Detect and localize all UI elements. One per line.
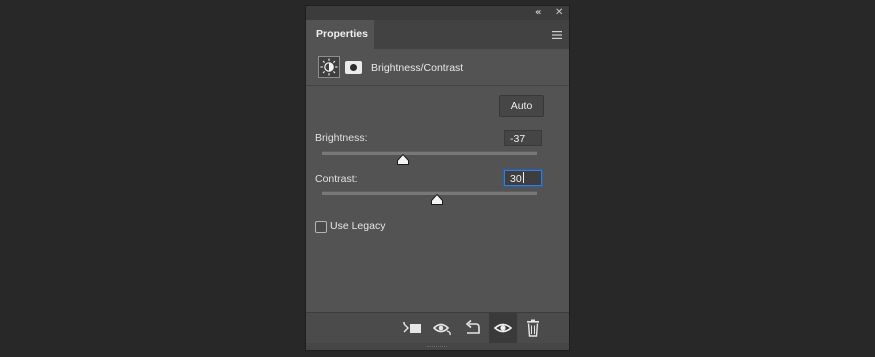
- brightness-contrast-icon[interactable]: [318, 56, 340, 78]
- tab-properties[interactable]: Properties: [306, 20, 374, 49]
- clip-to-layer-icon[interactable]: [401, 319, 423, 337]
- view-previous-state-icon[interactable]: [432, 319, 454, 337]
- brightness-slider-thumb[interactable]: [396, 154, 409, 165]
- adjustment-layer-header: Brightness/Contrast: [306, 51, 569, 86]
- hamburger-menu-icon[interactable]: [552, 31, 562, 39]
- panel-bottom-toolbar: [306, 312, 569, 343]
- brightness-slider-track[interactable]: [322, 151, 537, 155]
- panel-tab-bar: Properties: [306, 20, 569, 49]
- contrast-label: Contrast:: [315, 173, 358, 185]
- brightness-value-field[interactable]: -37: [504, 130, 542, 146]
- panel-resize-edge[interactable]: [306, 343, 569, 350]
- contrast-value-field[interactable]: 30: [504, 170, 542, 186]
- resize-grip[interactable]: [427, 346, 447, 348]
- use-legacy-label[interactable]: Use Legacy: [330, 220, 385, 232]
- auto-button[interactable]: Auto: [499, 95, 544, 117]
- adjustment-layer-title: Brightness/Contrast: [371, 62, 464, 74]
- collapse-panel-icon[interactable]: «: [535, 6, 541, 20]
- text-caret: [522, 172, 524, 183]
- layer-mask-icon[interactable]: [345, 61, 362, 74]
- brightness-label: Brightness:: [315, 132, 368, 144]
- contrast-value-text: 30: [510, 173, 522, 185]
- properties-panel: « ✕ Properties Brightness/Contrast Auto …: [306, 6, 569, 350]
- use-legacy-checkbox[interactable]: [315, 221, 327, 233]
- contrast-slider-thumb[interactable]: [430, 194, 443, 205]
- contrast-slider-track[interactable]: [322, 191, 537, 195]
- panel-title-strip: « ✕: [306, 6, 569, 20]
- reset-icon[interactable]: [462, 319, 484, 337]
- close-panel-icon[interactable]: ✕: [555, 6, 563, 20]
- toggle-visibility-icon[interactable]: [489, 313, 517, 343]
- delete-icon[interactable]: [522, 319, 544, 337]
